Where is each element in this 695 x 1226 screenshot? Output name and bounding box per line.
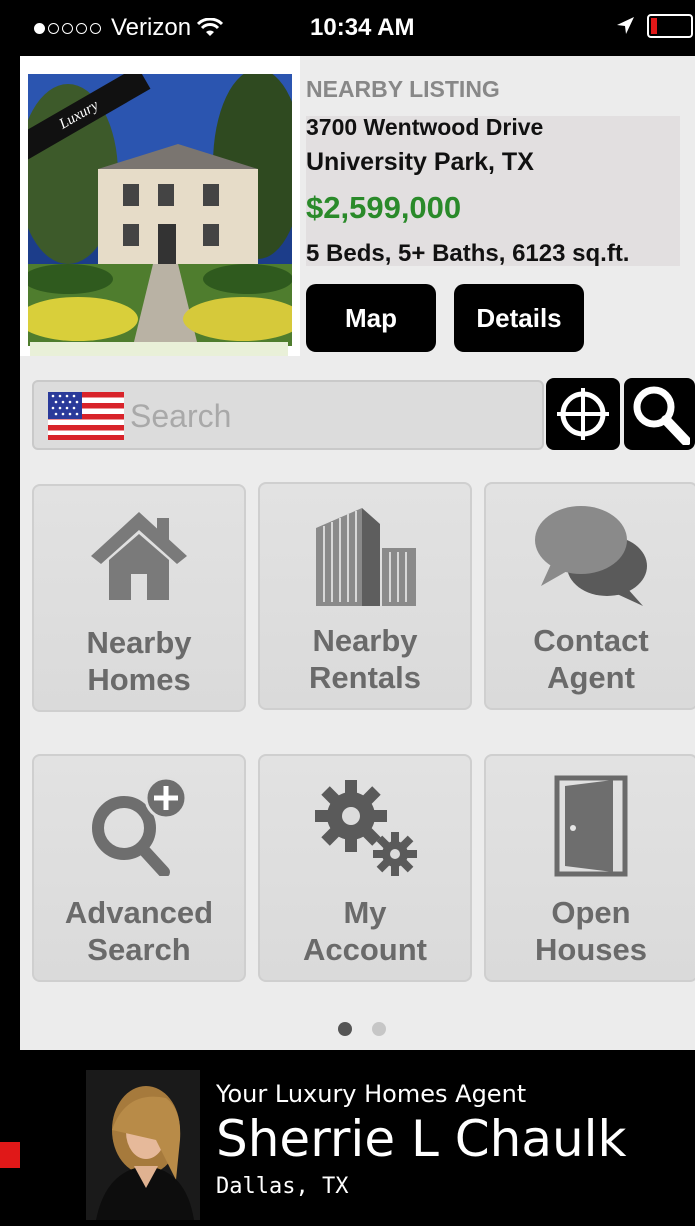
app-screen: Verizon 10:34 AM Luxury NEARBY LISTING 3… xyxy=(20,0,695,1226)
us-flag-icon[interactable] xyxy=(48,392,124,440)
tile-contact-agent[interactable]: Contact Agent xyxy=(484,482,695,710)
search-bar[interactable] xyxy=(32,380,544,450)
left-edge-red-marker xyxy=(0,1142,20,1168)
listing-info: NEARBY LISTING 3700 Wentwood Drive Unive… xyxy=(306,56,695,356)
listing-specs: 5 Beds, 5+ Baths, 6123 sq.ft. xyxy=(306,240,630,267)
tile-open-houses[interactable]: Open Houses xyxy=(484,754,695,982)
page-dot-1[interactable] xyxy=(338,1022,352,1036)
buildings-icon xyxy=(316,508,416,606)
listing-city: University Park, TX xyxy=(306,148,534,176)
tile-label: Contact Agent xyxy=(533,623,649,695)
wifi-icon xyxy=(197,18,224,36)
map-button[interactable]: Map xyxy=(306,284,436,352)
page-indicator[interactable] xyxy=(338,1022,386,1036)
search-button[interactable] xyxy=(624,378,695,450)
tile-my-account[interactable]: My Account xyxy=(258,754,472,982)
door-icon xyxy=(554,775,628,877)
agent-kicker: Your Luxury Homes Agent xyxy=(216,1080,527,1108)
listing-photo-frame: Luxury xyxy=(20,56,300,356)
page-dot-2[interactable] xyxy=(372,1022,386,1036)
tile-nearby-homes[interactable]: Nearby Homes xyxy=(32,484,246,712)
left-edge-strip xyxy=(0,0,20,1226)
agent-photo xyxy=(86,1070,200,1220)
search-plus-icon xyxy=(92,776,188,876)
clock: 10:34 AM xyxy=(310,14,415,41)
listing-price: $2,599,000 xyxy=(306,190,462,225)
chat-bubbles-icon xyxy=(535,506,647,606)
tile-label: Nearby Homes xyxy=(86,625,192,697)
crosshair-icon xyxy=(557,388,609,440)
tile-nearby-rentals[interactable]: Nearby Rentals xyxy=(258,482,472,710)
status-right-group xyxy=(615,14,693,38)
location-arrow-icon xyxy=(617,17,634,34)
photo-base-strip xyxy=(30,342,288,356)
house-icon xyxy=(91,512,187,600)
battery-icon xyxy=(647,14,693,38)
status-bar: Verizon 10:34 AM xyxy=(20,0,695,56)
tile-label: My Account xyxy=(303,895,427,967)
gears-icon xyxy=(315,780,417,876)
listing-street: 3700 Wentwood Drive xyxy=(306,114,544,140)
tile-label: Advanced Search xyxy=(64,895,214,967)
carrier-group: Verizon xyxy=(34,14,224,42)
agent-location: Dallas, TX xyxy=(216,1174,349,1199)
magnifier-icon xyxy=(633,386,690,445)
details-button[interactable]: Details xyxy=(454,284,584,352)
agent-banner[interactable]: Your Luxury Homes Agent Sherrie L Chaulk… xyxy=(20,1050,695,1226)
tile-label: Nearby Rentals xyxy=(309,623,421,695)
nearby-listing-card[interactable]: Luxury NEARBY LISTING 3700 Wentwood Driv… xyxy=(20,56,695,356)
listing-kicker: NEARBY LISTING xyxy=(306,76,500,102)
listing-photo[interactable]: Luxury xyxy=(28,74,292,346)
search-input[interactable] xyxy=(130,390,530,442)
locate-button[interactable] xyxy=(546,378,620,450)
tile-label: Open Houses xyxy=(535,895,647,967)
agent-name: Sherrie L Chaulk xyxy=(216,1110,627,1168)
carrier-name: Verizon xyxy=(111,14,192,41)
signal-strength-icon xyxy=(34,22,101,34)
tile-advanced-search[interactable]: Advanced Search xyxy=(32,754,246,982)
